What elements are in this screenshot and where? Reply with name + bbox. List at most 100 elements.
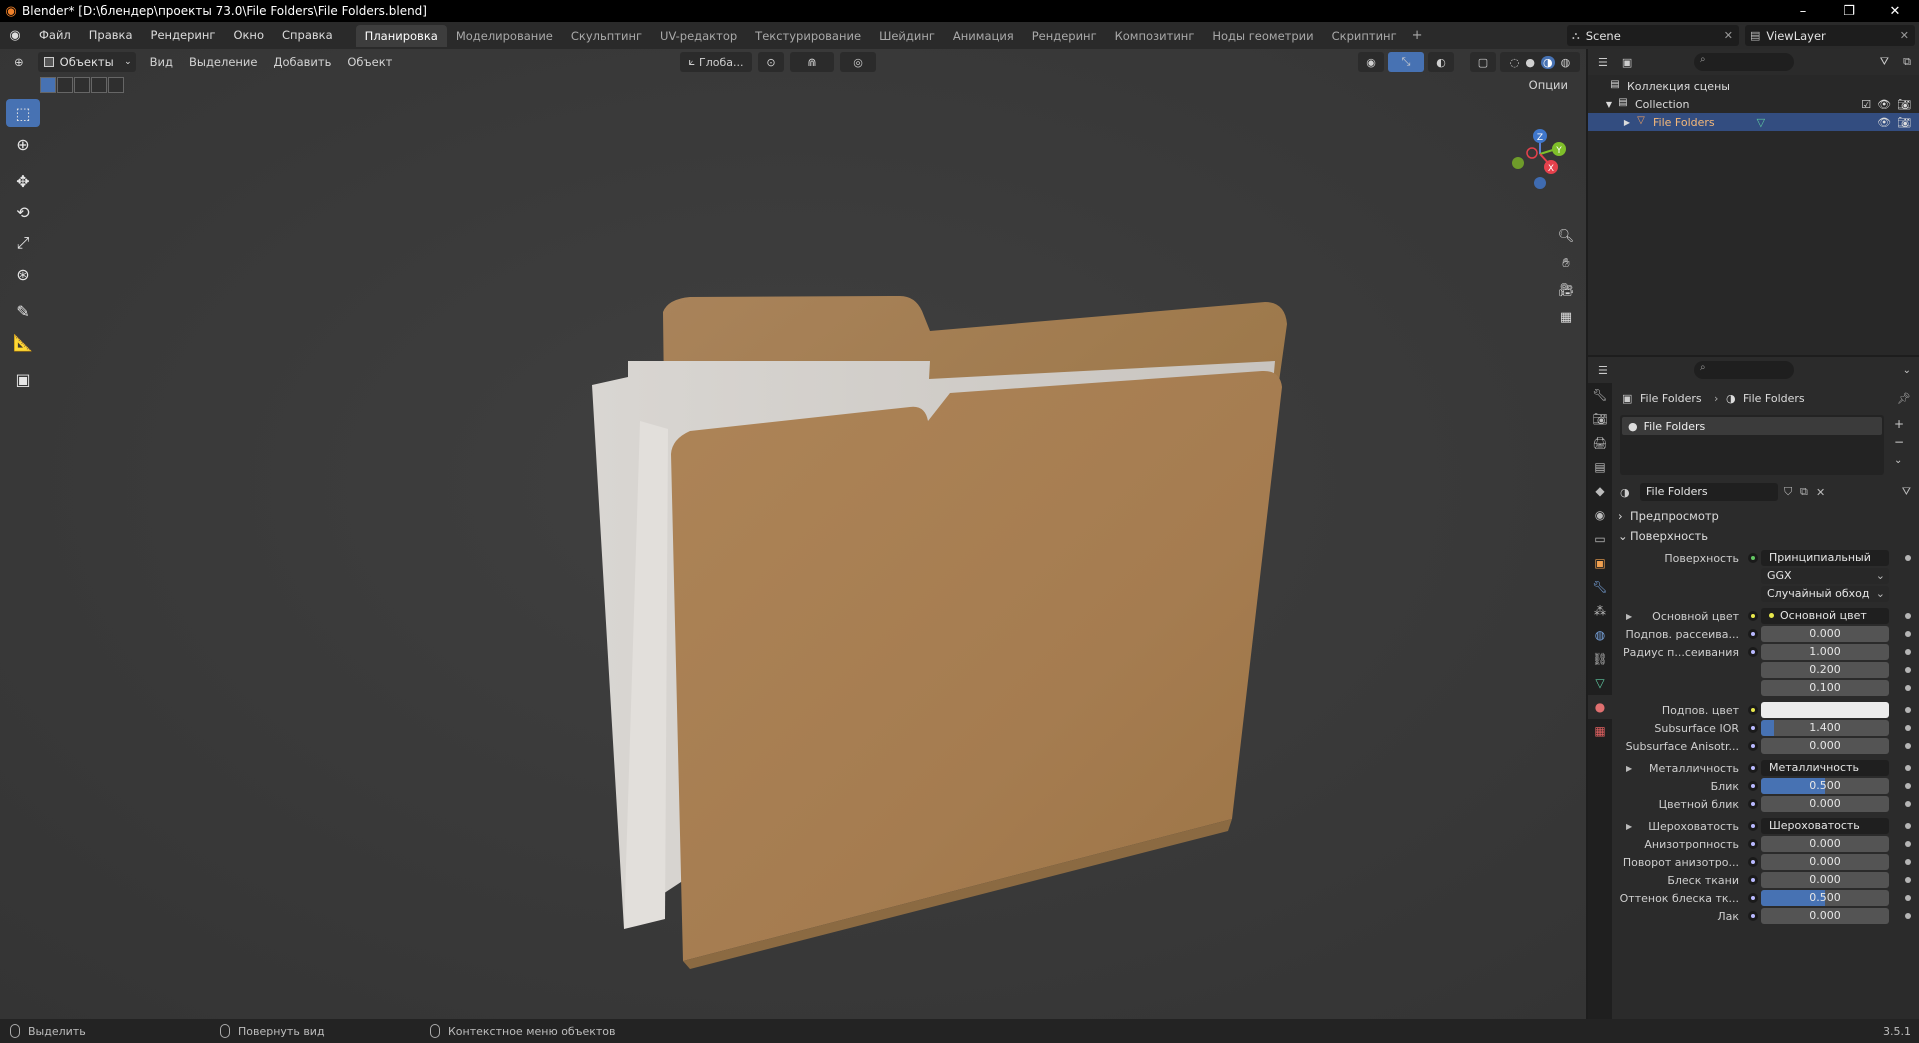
xray-icon[interactable]: ▢ bbox=[1470, 52, 1496, 72]
3d-viewport[interactable]: ⊕ Объекты ⌄ Вид Выделение Добавить Объек… bbox=[0, 49, 1586, 1019]
keyframe-dot-icon[interactable] bbox=[1905, 823, 1911, 829]
menu-object[interactable]: Объект bbox=[339, 51, 400, 73]
view-layer-selector[interactable]: ▤ ViewLayer ✕ bbox=[1745, 25, 1915, 46]
property-field[interactable]: 0.000 bbox=[1761, 796, 1889, 812]
blender-menu-icon[interactable]: ◉ bbox=[0, 28, 30, 43]
socket-icon[interactable] bbox=[1748, 763, 1758, 773]
socket-icon[interactable] bbox=[1748, 799, 1758, 809]
mesh-data-icon[interactable]: ▽ bbox=[1757, 116, 1765, 129]
socket-icon[interactable] bbox=[1748, 875, 1758, 885]
proportional-edit-icon[interactable]: ◎ bbox=[840, 52, 876, 72]
keyframe-dot-icon[interactable] bbox=[1905, 859, 1911, 865]
socket-icon[interactable] bbox=[1748, 839, 1758, 849]
material-browse-icon[interactable]: ◑ bbox=[1620, 486, 1630, 499]
scale-icon[interactable]: ⤢ bbox=[6, 229, 40, 257]
keyframe-dot-icon[interactable] bbox=[1905, 801, 1911, 807]
transform-orientation-select[interactable]: ⟀ Глоба... bbox=[680, 52, 752, 72]
texture-icon[interactable]: ▦ bbox=[1588, 719, 1612, 743]
particles-icon[interactable]: ⁂ bbox=[1588, 599, 1612, 623]
property-field[interactable]: 0.000 bbox=[1761, 738, 1889, 754]
property-field[interactable]: 0.500 bbox=[1761, 778, 1889, 794]
outliner-row-scene-collection[interactable]: ▤ Коллекция сцены bbox=[1588, 77, 1919, 95]
world-icon[interactable]: ◉ bbox=[1588, 503, 1612, 527]
fake-user-icon[interactable]: ⛉ bbox=[1784, 485, 1792, 499]
select-new-icon[interactable] bbox=[40, 77, 56, 93]
property-field[interactable]: 0.000 bbox=[1761, 836, 1889, 852]
property-field[interactable]: 1.000 bbox=[1761, 644, 1889, 660]
tab-shading[interactable]: Шейдинг bbox=[870, 25, 944, 47]
property-field[interactable]: Шероховатость bbox=[1761, 818, 1889, 834]
property-field[interactable]: 0.000 bbox=[1761, 908, 1889, 924]
keyframe-dot-icon[interactable] bbox=[1905, 707, 1911, 713]
property-field[interactable]: 1.400 bbox=[1761, 720, 1889, 736]
menu-file[interactable]: Файл bbox=[30, 22, 80, 49]
preview-section[interactable]: › Предпросмотр bbox=[1612, 507, 1919, 525]
keyframe-dot-icon[interactable] bbox=[1905, 613, 1911, 619]
add-slot-icon[interactable]: + bbox=[1894, 417, 1904, 431]
rendered-shading-icon[interactable]: ◍ bbox=[1561, 56, 1571, 69]
menu-window[interactable]: Окно bbox=[224, 22, 273, 49]
socket-icon[interactable] bbox=[1748, 647, 1758, 657]
cursor-icon[interactable]: ⊕ bbox=[6, 130, 40, 158]
socket-icon[interactable] bbox=[1748, 611, 1758, 621]
overlays-icon[interactable]: ◐ bbox=[1428, 52, 1454, 72]
menu-edit[interactable]: Правка bbox=[80, 22, 142, 49]
modifier-icon[interactable]: 🔧︎ bbox=[1588, 575, 1612, 599]
unlink-icon[interactable]: ✕ bbox=[1816, 486, 1825, 499]
minimize-button[interactable]: – bbox=[1780, 0, 1826, 22]
options-dropdown[interactable]: Опции bbox=[1521, 75, 1576, 95]
material-name-field[interactable]: File Folders bbox=[1640, 483, 1778, 501]
menu-view[interactable]: Вид bbox=[142, 51, 181, 73]
tab-rendering[interactable]: Рендеринг bbox=[1023, 25, 1106, 47]
menu-select[interactable]: Выделение bbox=[181, 51, 266, 73]
socket-icon[interactable] bbox=[1748, 781, 1758, 791]
socket-icon[interactable] bbox=[1748, 723, 1758, 733]
surface-section[interactable]: ⌄ Поверхность bbox=[1612, 527, 1919, 545]
pin-icon[interactable]: 📌︎ bbox=[1897, 392, 1911, 405]
keyframe-dot-icon[interactable] bbox=[1905, 667, 1911, 673]
object-icon[interactable]: ▣ bbox=[1588, 551, 1612, 575]
chevron-right-icon[interactable]: ▶ bbox=[1626, 764, 1632, 773]
close-icon[interactable]: ✕ bbox=[1900, 29, 1909, 42]
tab-texture-paint[interactable]: Текстурирование bbox=[746, 25, 870, 47]
tab-geometry-nodes[interactable]: Ноды геометрии bbox=[1203, 25, 1322, 47]
property-field[interactable]: 0.500 bbox=[1761, 890, 1889, 906]
property-field[interactable]: Принципиальный BSDF bbox=[1761, 550, 1889, 566]
property-select[interactable]: Случайный обход ⌄ bbox=[1761, 586, 1889, 602]
tab-scripting[interactable]: Скриптинг bbox=[1323, 25, 1406, 47]
property-field[interactable]: 0.000 bbox=[1761, 872, 1889, 888]
scene-selector[interactable]: ⛬ Scene ✕ bbox=[1567, 25, 1739, 46]
camera-icon[interactable]: 📷︎ bbox=[1897, 98, 1911, 111]
navigation-gizmo[interactable]: Z Y X bbox=[1500, 99, 1580, 209]
properties-editor-icon[interactable]: ☰ bbox=[1598, 364, 1608, 377]
property-field[interactable]: Металличность bbox=[1761, 760, 1889, 776]
add-cube-icon[interactable]: ▣ bbox=[6, 365, 40, 393]
keyframe-dot-icon[interactable] bbox=[1905, 685, 1911, 691]
property-field[interactable]: 0.100 bbox=[1761, 680, 1889, 696]
keyframe-dot-icon[interactable] bbox=[1905, 877, 1911, 883]
output-icon[interactable]: 🖨︎ bbox=[1588, 431, 1612, 455]
select-extend-icon[interactable] bbox=[57, 77, 73, 93]
tab-animation[interactable]: Анимация bbox=[944, 25, 1023, 47]
select-invert-icon[interactable] bbox=[91, 77, 107, 93]
keyframe-dot-icon[interactable] bbox=[1905, 725, 1911, 731]
property-field[interactable]: 0.200 bbox=[1761, 662, 1889, 678]
editor-type-icon[interactable]: ⊕ bbox=[6, 51, 32, 73]
outliner-search-input[interactable]: ⌕ bbox=[1694, 53, 1794, 71]
select-intersect-icon[interactable] bbox=[108, 77, 124, 93]
pivot-point-icon[interactable]: ⊙ bbox=[758, 52, 784, 72]
gizmo-toggle-icon[interactable]: ⤡ bbox=[1388, 52, 1424, 72]
view-layer-icon[interactable]: ▤ bbox=[1588, 455, 1612, 479]
duplicate-icon[interactable]: ⧉ bbox=[1800, 485, 1808, 499]
chevron-down-icon[interactable]: ⌄ bbox=[1894, 455, 1902, 466]
menu-help[interactable]: Справка bbox=[273, 22, 342, 49]
add-workspace-icon[interactable]: + bbox=[1406, 28, 1429, 43]
physics-icon[interactable]: ◍ bbox=[1588, 623, 1612, 647]
pan-hand-icon[interactable]: ✋︎ bbox=[1554, 251, 1578, 275]
keyframe-dot-icon[interactable] bbox=[1905, 913, 1911, 919]
socket-icon[interactable] bbox=[1748, 705, 1758, 715]
tab-uv-editing[interactable]: UV-редактор bbox=[651, 25, 746, 47]
keyframe-dot-icon[interactable] bbox=[1905, 743, 1911, 749]
checkbox-icon[interactable]: ☑ bbox=[1861, 98, 1871, 111]
keyframe-dot-icon[interactable] bbox=[1905, 841, 1911, 847]
